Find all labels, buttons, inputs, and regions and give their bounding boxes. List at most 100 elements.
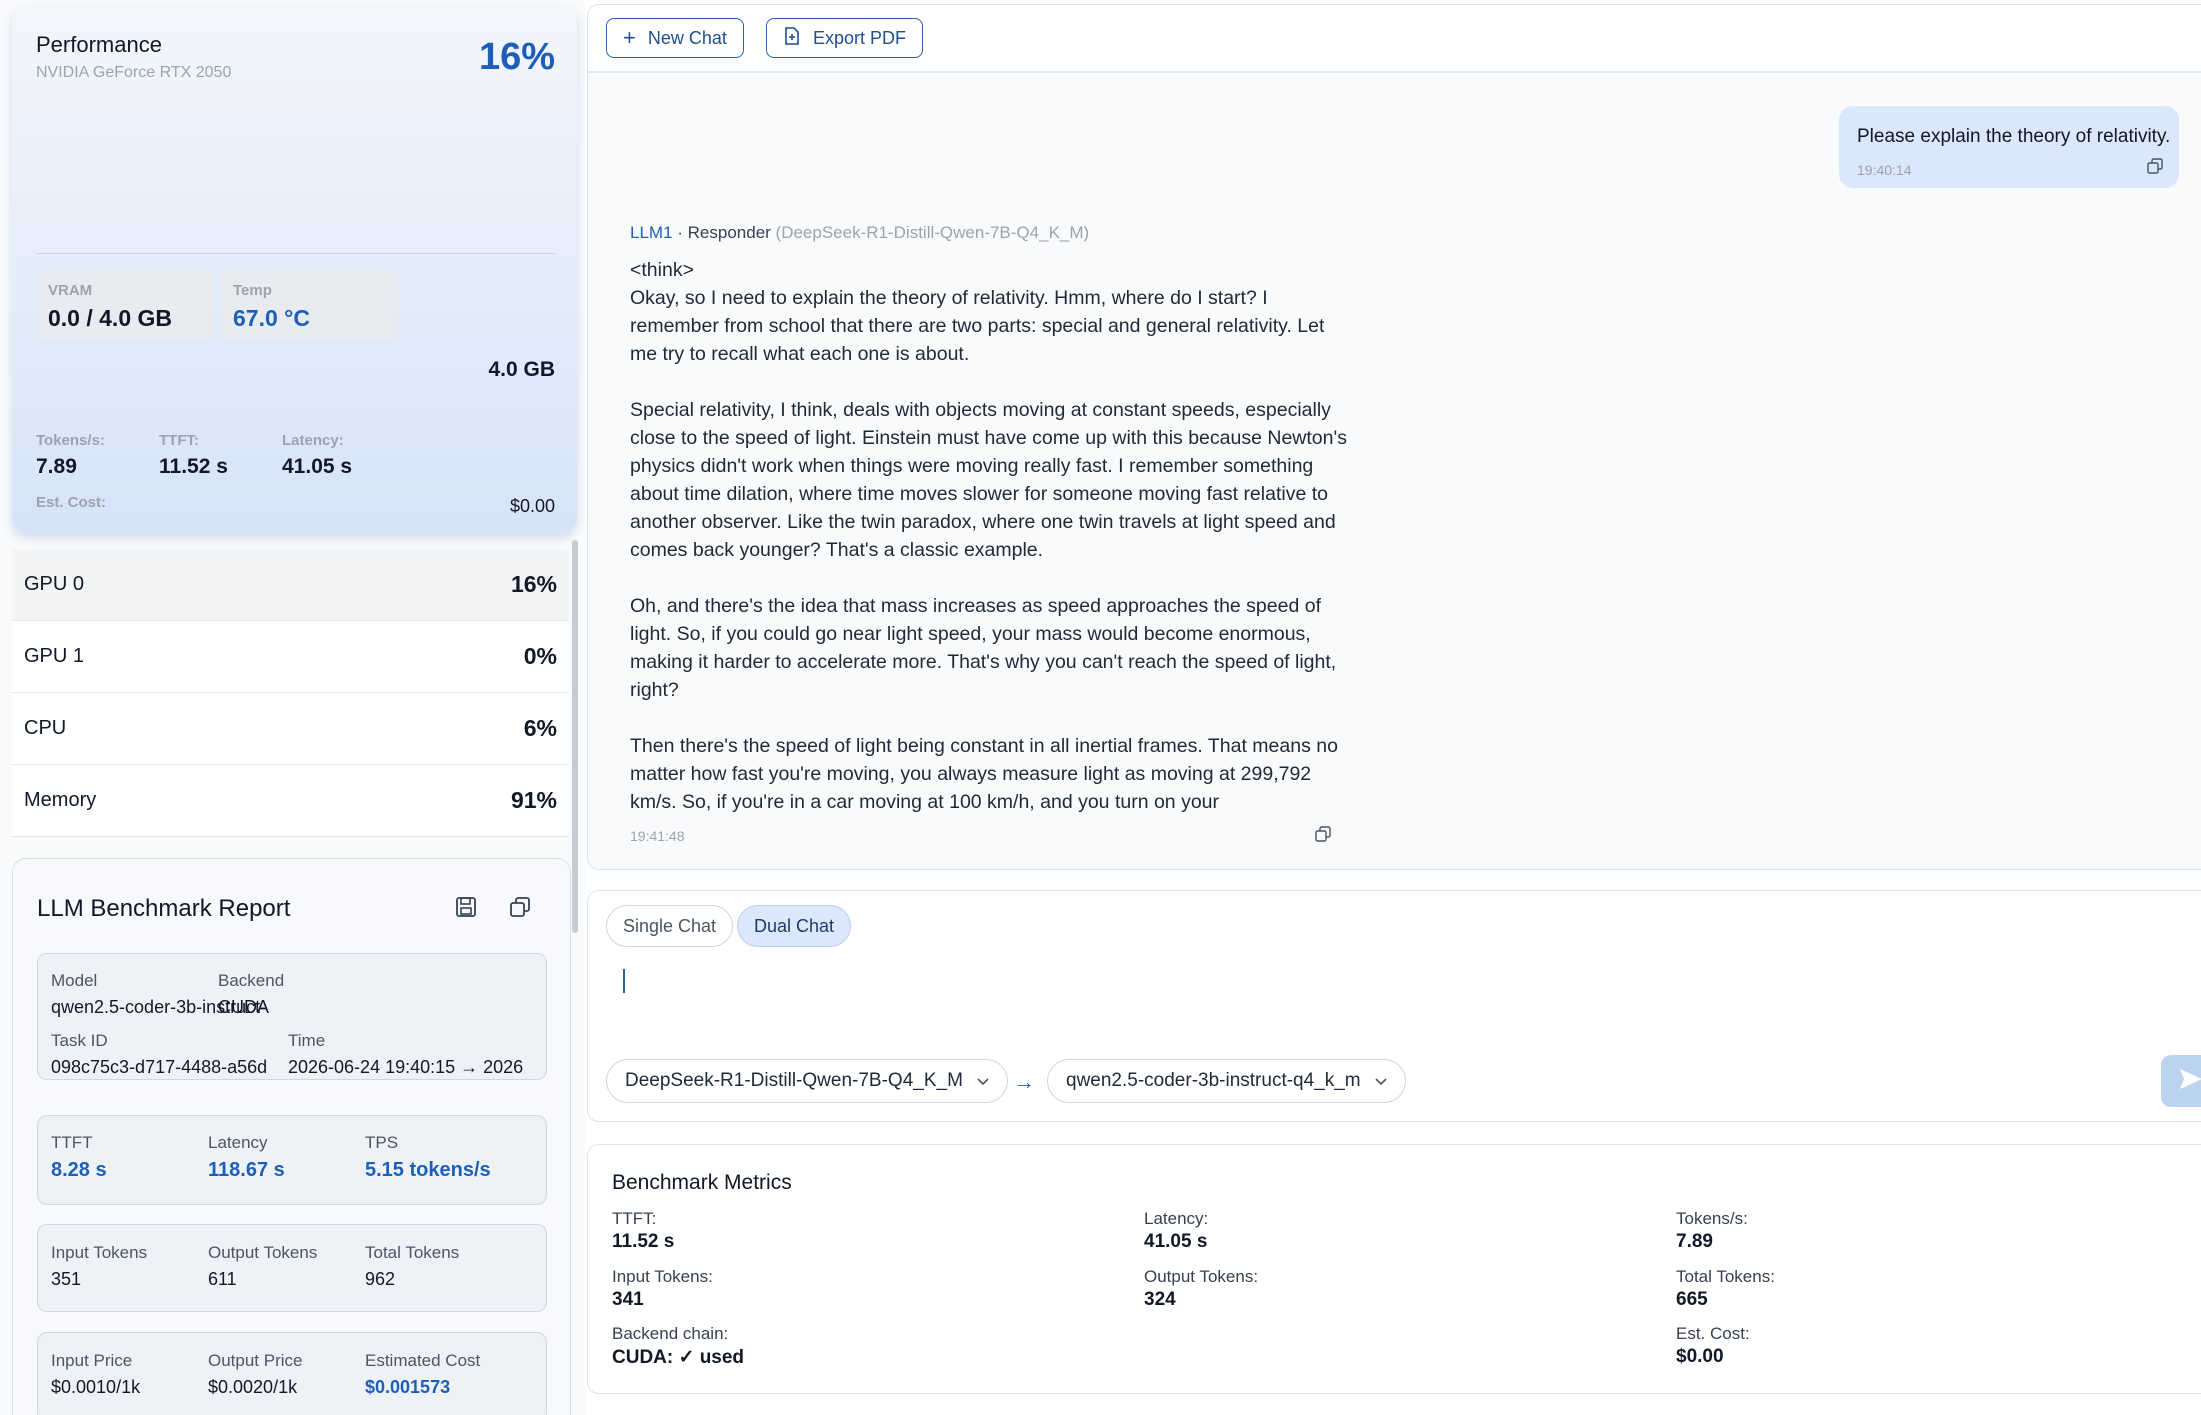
metric-tokens-value: 7.89 — [1676, 1231, 1713, 1252]
model-info-box: Model qwen2.5-coder-3b-instruct-q4_k_m B… — [37, 953, 547, 1080]
latency-stat: Latency: 41.05 s — [282, 432, 352, 479]
resource-row-gpu0[interactable]: GPU 0 16% — [12, 549, 569, 621]
ttft-value: 11.52 s — [159, 455, 228, 478]
copy-icon[interactable] — [506, 893, 534, 921]
resource-percent: 0% — [523, 643, 557, 669]
price-box: Input Price $0.0010/1k Output Price $0.0… — [37, 1332, 547, 1415]
ttft-label: TTFT: — [159, 432, 199, 449]
left-scrollbar[interactable] — [572, 540, 578, 933]
timing-box: TTFT 8.28 s Latency 118.67 s TPS 5.15 to… — [37, 1115, 547, 1205]
latency-label: Latency — [208, 1133, 268, 1152]
resource-row-gpu1[interactable]: GPU 1 0% — [12, 621, 569, 693]
output-price-field: Output Price $0.0020/1k — [208, 1351, 358, 1398]
metric-backend-value: CUDA: ✓ used — [612, 1347, 745, 1368]
resource-percent: 16% — [510, 571, 557, 597]
task-id-label: Task ID — [51, 1031, 108, 1050]
tps-value: 5.15 tokens/s — [365, 1159, 491, 1181]
latency-value: 41.05 s — [282, 455, 353, 478]
benchmark-report-title: LLM Benchmark Report — [37, 895, 291, 922]
metric-latency: Latency: 41.05 s — [1144, 1209, 1208, 1253]
chat-toolbar: + New Chat Export PDF — [588, 5, 2201, 73]
metric-tokens-per-sec: Tokens/s: 7.89 — [1676, 1209, 1748, 1253]
latency-label: Latency: — [282, 432, 344, 449]
gpu-name: NVIDIA GeForce RTX 2050 — [36, 64, 232, 81]
performance-divider — [36, 253, 555, 254]
model-a-select[interactable]: DeepSeek-R1-Distill-Qwen-7B-Q4_K_M — [606, 1059, 1008, 1103]
single-chat-toggle[interactable]: Single Chat — [606, 905, 734, 947]
model-b-value: qwen2.5-coder-3b-instruct-q4_k_m — [1066, 1070, 1361, 1091]
vram-total: 4.0 GB — [488, 358, 555, 381]
export-pdf-label: Export PDF — [813, 27, 907, 48]
input-panel: Single Chat Dual Chat DeepSeek-R1-Distil… — [587, 890, 2201, 1122]
llm-message-text: <think> Okay, so I need to explain the t… — [630, 259, 1347, 813]
llm-model: (DeepSeek-R1-Distill-Qwen-7B-Q4_K_M) — [770, 223, 1090, 242]
send-icon — [2178, 1067, 2201, 1096]
metric-output-tokens: Output Tokens: 324 — [1144, 1267, 1258, 1311]
model-b-select[interactable]: qwen2.5-coder-3b-instruct-q4_k_m — [1047, 1059, 1406, 1103]
metric-total-value: 665 — [1676, 1289, 1708, 1310]
benchmark-metrics-panel: Benchmark Metrics TTFT: 11.52 s Latency:… — [587, 1144, 2201, 1394]
plus-icon: + — [623, 25, 636, 50]
new-chat-button[interactable]: + New Chat — [606, 18, 744, 58]
vram-label: VRAM — [48, 282, 93, 299]
task-id-value: 098c75c3-d717-4488-a56d — [51, 1057, 268, 1077]
benchmark-report-card: LLM Benchmark Report Model qwen2.5-coder… — [12, 858, 571, 1415]
llm-name: LLM1 — [630, 223, 673, 242]
metric-input-tokens: Input Tokens: 341 — [612, 1267, 713, 1311]
metric-input-label: Input Tokens: — [612, 1267, 713, 1286]
chevron-down-icon — [1375, 1070, 1387, 1092]
backend-field: Backend CUDA — [218, 971, 458, 1018]
input-price-field: Input Price $0.0010/1k — [51, 1351, 201, 1398]
tps-field: TPS 5.15 tokens/s — [365, 1133, 540, 1182]
tokens-per-sec-label: Tokens/s: — [36, 432, 105, 449]
send-button[interactable] — [2161, 1055, 2201, 1107]
metric-cost-value: $0.00 — [1676, 1346, 1724, 1367]
est-cost-label: Est. Cost: — [36, 494, 107, 511]
ttft-field: TTFT 8.28 s — [51, 1133, 201, 1182]
resource-row-cpu[interactable]: CPU 6% — [12, 693, 569, 765]
metric-latency-label: Latency: — [1144, 1209, 1209, 1228]
temp-value: 67.0 °C — [233, 305, 310, 331]
time-field: Time 2026-06-24 19:40:15 → 2026-06-24 — [288, 1031, 523, 1078]
new-chat-label: New Chat — [647, 27, 727, 48]
metric-latency-value: 41.05 s — [1144, 1231, 1208, 1252]
performance-card: Performance NVIDIA GeForce RTX 2050 16% … — [12, 6, 577, 534]
time-label: Time — [288, 1031, 326, 1050]
estimated-cost-value: $0.001573 — [365, 1377, 451, 1397]
temp-box: Temp 67.0 °C — [221, 270, 399, 340]
copy-icon[interactable] — [1315, 826, 1331, 847]
backend-value: CUDA — [218, 997, 270, 1017]
model-a-value: DeepSeek-R1-Distill-Qwen-7B-Q4_K_M — [625, 1070, 963, 1091]
user-message-bubble: Please explain the theory of relativity.… — [1839, 106, 2179, 188]
save-icon[interactable] — [452, 893, 480, 921]
metric-ttft-label: TTFT: — [612, 1209, 657, 1228]
vram-box: VRAM 0.0 / 4.0 GB — [36, 270, 214, 340]
message-input-caret[interactable] — [623, 969, 625, 993]
total-tokens-label: Total Tokens — [365, 1243, 460, 1262]
temp-label: Temp — [233, 282, 272, 299]
resource-row-memory[interactable]: Memory 91% — [12, 765, 569, 837]
copy-icon[interactable] — [2147, 158, 2163, 179]
output-tokens-field: Output Tokens 611 — [208, 1243, 358, 1290]
resource-name: GPU 0 — [24, 573, 85, 595]
metric-est-cost: Est. Cost: $0.00 — [1676, 1324, 1750, 1368]
tokens-per-sec-value: 7.89 — [36, 455, 77, 478]
estimated-cost-label: Estimated Cost — [365, 1351, 481, 1370]
export-pdf-button[interactable]: Export PDF — [766, 18, 924, 58]
latency-value: 118.67 s — [208, 1159, 285, 1181]
ttft-value: 8.28 s — [51, 1159, 107, 1181]
dual-chat-toggle[interactable]: Dual Chat — [737, 905, 852, 947]
resource-percent: 6% — [523, 715, 557, 741]
total-tokens-value: 962 — [365, 1269, 396, 1289]
metric-input-value: 341 — [612, 1289, 644, 1310]
ttft-stat: TTFT: 11.52 s — [159, 432, 228, 479]
metric-total-label: Total Tokens: — [1676, 1267, 1775, 1286]
input-price-value: $0.0010/1k — [51, 1377, 141, 1397]
time-value: 2026-06-24 19:40:15 → 2026-06-24 — [288, 1057, 523, 1077]
backend-label: Backend — [218, 971, 285, 990]
user-message-text: Please explain the theory of relativity. — [1857, 126, 2171, 147]
gpu-usage-percent: 16% — [478, 36, 555, 78]
output-tokens-value: 611 — [208, 1269, 237, 1289]
llm-role: Responder — [687, 223, 771, 242]
llm-separator: · — [672, 223, 688, 242]
